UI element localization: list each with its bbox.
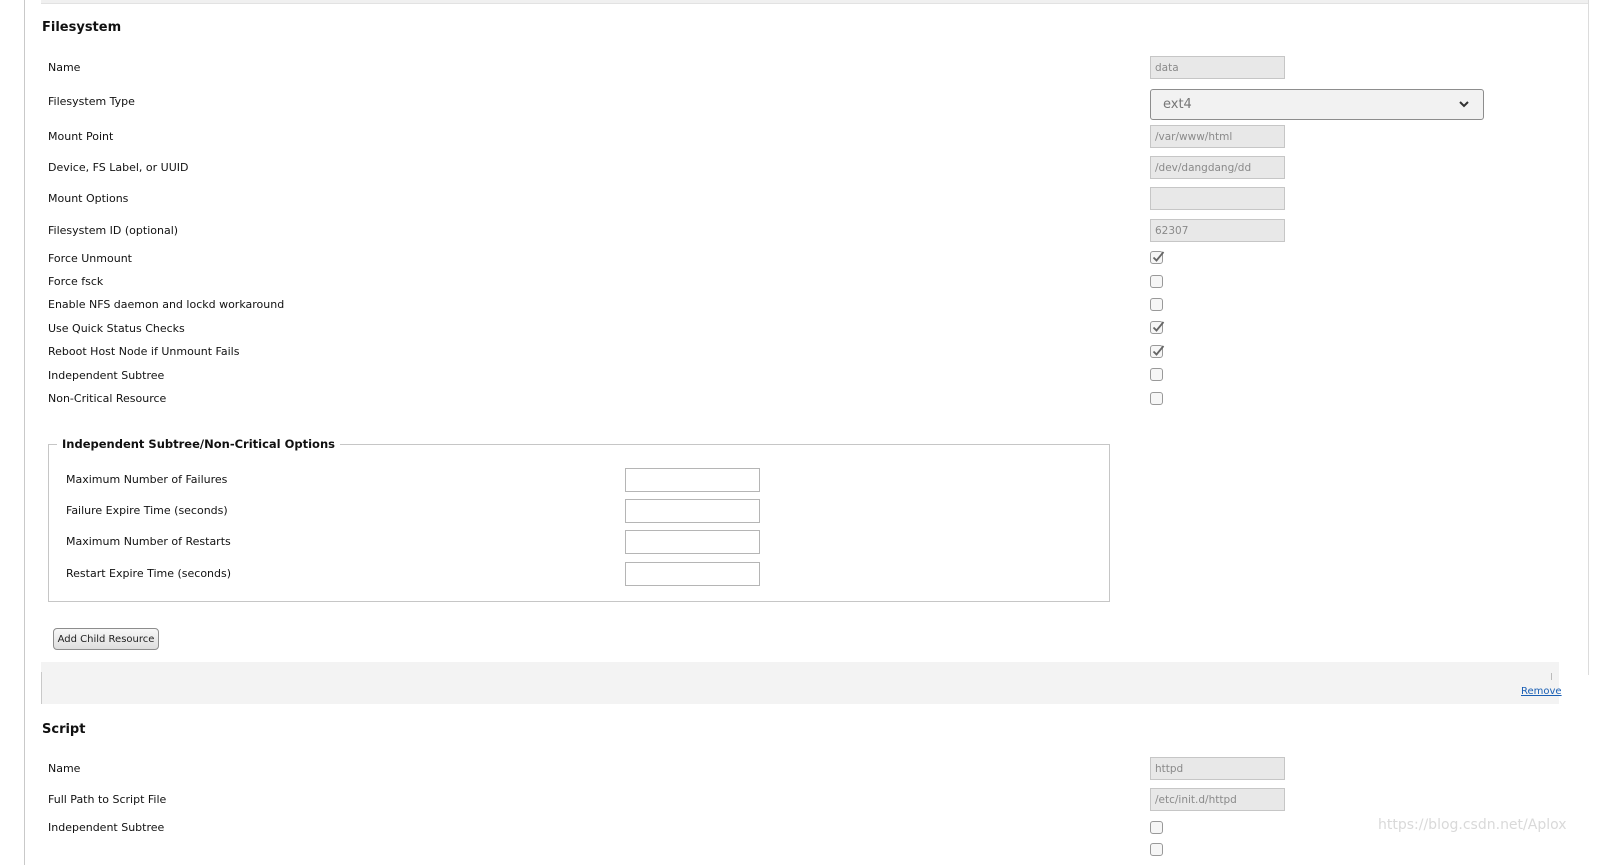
checkmark-icon [1152,251,1165,262]
subtree-options-legend: Independent Subtree/Non-Critical Options [57,437,340,451]
fs-id-row: Filesystem ID (optional) [48,219,1478,243]
left-rail-divider [24,0,25,865]
fs-name-field[interactable] [1150,56,1285,79]
remove-link[interactable]: Remove [1521,686,1562,697]
mount-options-field[interactable] [1150,187,1285,210]
watermark-text: https://blog.csdn.net/Aplox [1378,817,1567,833]
panel-right-border [1588,0,1589,675]
script-independent-subtree-checkbox[interactable] [1150,821,1163,834]
separator-left-line [41,672,42,704]
resource-separator-band [41,662,1559,704]
script-path-field[interactable] [1150,788,1285,811]
device-row: Device, FS Label, or UUID [48,156,1478,180]
script-next-checkbox-partial[interactable] [1150,843,1163,856]
script-name-label: Name [48,762,81,775]
script-independent-subtree-label: Independent Subtree [48,821,165,834]
max-failures-label: Maximum Number of Failures [66,473,228,486]
failure-expire-field[interactable] [625,499,760,523]
script-path-row: Full Path to Script File [48,788,1478,812]
checkmark-icon [1152,345,1165,356]
force-unmount-row: Force Unmount [48,248,1478,272]
reboot-host-label: Reboot Host Node if Unmount Fails [48,345,240,358]
non-critical-row: Non-Critical Resource [48,389,1478,413]
independent-subtree-row: Independent Subtree [48,365,1478,389]
device-field[interactable] [1150,156,1285,179]
independent-subtree-checkbox[interactable] [1150,368,1163,381]
force-fsck-row: Force fsck [48,272,1478,296]
mount-point-field[interactable] [1150,125,1285,148]
fs-type-selected-value: ext4 [1163,97,1192,112]
fs-name-row: Name [48,56,1478,80]
add-child-resource-button[interactable]: Add Child Resource [53,628,159,650]
max-restarts-label: Maximum Number of Restarts [66,535,231,548]
non-critical-checkbox[interactable] [1150,392,1163,405]
quick-status-row: Use Quick Status Checks [48,318,1478,342]
mount-point-row: Mount Point [48,125,1478,149]
fs-type-label: Filesystem Type [48,95,135,108]
separator-tick [1551,673,1552,680]
restart-expire-field[interactable] [625,562,760,586]
reboot-host-row: Reboot Host Node if Unmount Fails [48,342,1478,366]
nfs-workaround-checkbox[interactable] [1150,298,1163,311]
force-unmount-label: Force Unmount [48,252,132,265]
quick-status-checkbox[interactable] [1150,321,1165,334]
previous-section-bottom [41,0,1589,4]
max-failures-row: Maximum Number of Failures [66,468,766,492]
script-path-label: Full Path to Script File [48,793,167,806]
restart-expire-label: Restart Expire Time (seconds) [66,567,232,580]
fs-id-field[interactable] [1150,219,1285,242]
fs-type-select[interactable]: ext4 [1150,89,1484,120]
script-name-field[interactable] [1150,757,1285,780]
nfs-workaround-label: Enable NFS daemon and lockd workaround [48,298,285,311]
reboot-host-checkbox[interactable] [1150,345,1165,358]
fs-name-label: Name [48,61,81,74]
fs-id-label: Filesystem ID (optional) [48,224,179,237]
failure-expire-label: Failure Expire Time (seconds) [66,504,228,517]
force-unmount-checkbox[interactable] [1150,251,1165,264]
filesystem-section-title: Filesystem [42,20,122,35]
independent-subtree-label: Independent Subtree [48,369,165,382]
max-restarts-field[interactable] [625,530,760,554]
mount-options-row: Mount Options [48,187,1478,211]
chevron-down-icon [1459,101,1469,108]
script-name-row: Name [48,757,1478,781]
script-section-title: Script [42,722,86,737]
mount-options-label: Mount Options [48,192,129,205]
max-failures-field[interactable] [625,468,760,492]
nfs-workaround-row: Enable NFS daemon and lockd workaround [48,295,1478,319]
device-label: Device, FS Label, or UUID [48,161,189,174]
script-independent-subtree-row: Independent Subtree [48,818,1478,842]
force-fsck-checkbox[interactable] [1150,275,1163,288]
force-fsck-label: Force fsck [48,275,104,288]
mount-point-label: Mount Point [48,130,114,143]
fs-type-row: Filesystem Type ext4 [48,89,1484,120]
max-restarts-row: Maximum Number of Restarts [66,530,766,554]
checkmark-icon [1152,321,1165,332]
non-critical-label: Non-Critical Resource [48,392,167,405]
restart-expire-row: Restart Expire Time (seconds) [66,562,766,586]
quick-status-label: Use Quick Status Checks [48,322,185,335]
failure-expire-row: Failure Expire Time (seconds) [66,499,766,523]
